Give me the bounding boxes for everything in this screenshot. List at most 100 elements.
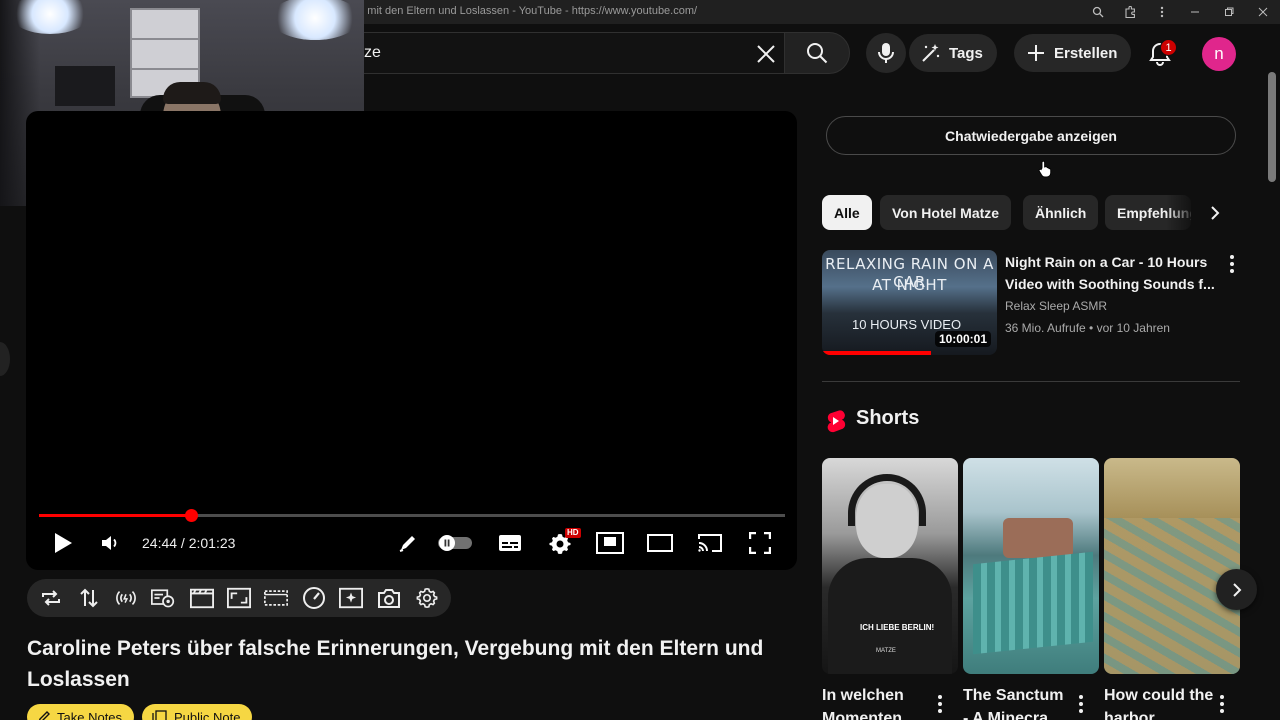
hd-badge: HD bbox=[565, 528, 581, 538]
chip-hotel-matze[interactable]: Von Hotel Matze bbox=[880, 195, 1012, 230]
chips-fade bbox=[1166, 195, 1196, 230]
thumb-text-line2: AT NIGHT bbox=[872, 276, 947, 294]
shorts-heading: Shorts bbox=[856, 407, 920, 429]
watched-progress bbox=[822, 351, 931, 355]
chip-all[interactable]: Alle bbox=[822, 195, 872, 230]
notes-icon bbox=[152, 710, 167, 720]
sparkle-frame-icon[interactable] bbox=[339, 586, 363, 610]
restore-icon[interactable] bbox=[1212, 0, 1246, 24]
voice-search-button[interactable] bbox=[866, 33, 906, 73]
notifications-button[interactable] bbox=[1140, 34, 1180, 74]
camera-icon[interactable] bbox=[377, 586, 401, 610]
short-title-1[interactable]: In welchen Momenten bbox=[822, 684, 932, 720]
chevron-right-icon bbox=[1211, 206, 1220, 220]
short-menu-button-2[interactable] bbox=[1071, 692, 1091, 716]
recommendation-thumbnail[interactable]: RELAXING RAIN ON A CAR AT NIGHT 10 HOURS… bbox=[822, 250, 997, 355]
clear-search-button[interactable] bbox=[748, 36, 784, 72]
close-window-icon[interactable] bbox=[1246, 0, 1280, 24]
magic-wand-icon bbox=[922, 44, 940, 62]
tags-label: Tags bbox=[949, 44, 983, 62]
theater-icon bbox=[647, 534, 673, 552]
tags-button[interactable]: Tags bbox=[909, 34, 997, 72]
subtitles-button[interactable] bbox=[497, 530, 523, 556]
extensions-icon[interactable] bbox=[1114, 0, 1146, 24]
create-label: Erstellen bbox=[1054, 44, 1118, 62]
recommendation-title[interactable]: Night Rain on a Car - 10 Hours Video wit… bbox=[1005, 251, 1217, 295]
page-scrollbar[interactable] bbox=[1268, 72, 1276, 182]
speed-icon[interactable] bbox=[302, 586, 326, 610]
notification-badge: 1 bbox=[1160, 39, 1177, 56]
shorts-logo-icon bbox=[824, 409, 846, 438]
subtitles-icon bbox=[499, 535, 521, 551]
autoplay-toggle[interactable] bbox=[436, 530, 474, 556]
time-display: 24:44 / 2:01:23 bbox=[142, 535, 236, 551]
avatar[interactable]: n bbox=[1202, 37, 1236, 71]
loop-icon[interactable] bbox=[39, 586, 63, 610]
recommendation-channel[interactable]: Relax Sleep ASMR bbox=[1005, 299, 1107, 313]
take-notes-label: Take Notes bbox=[57, 709, 123, 720]
minimize-icon[interactable] bbox=[1178, 0, 1212, 24]
fullscreen-icon bbox=[749, 532, 771, 554]
pen-button[interactable] bbox=[396, 530, 420, 556]
create-button[interactable]: Erstellen bbox=[1014, 34, 1132, 72]
pen-icon bbox=[399, 536, 415, 552]
more-vertical-icon bbox=[1220, 695, 1224, 713]
short-thumbnail-1[interactable]: ICH LIEBE BERLIN! MATZE bbox=[822, 458, 958, 674]
video-player[interactable] bbox=[26, 111, 797, 570]
theater-mode-button[interactable] bbox=[646, 530, 674, 556]
thumb-text-line3: 10 HOURS VIDEO bbox=[852, 317, 962, 332]
fullscreen-button[interactable] bbox=[746, 530, 774, 556]
short-thumb-text-2: MATZE bbox=[876, 648, 896, 654]
short-thumb-text: ICH LIEBE BERLIN! bbox=[860, 623, 935, 632]
pencil-icon bbox=[38, 711, 50, 720]
short-title-2[interactable]: The Sanctum - A Minecra bbox=[963, 684, 1073, 720]
volume-icon bbox=[102, 536, 117, 550]
autoplay-toggle-icon bbox=[438, 535, 472, 551]
public-note-button[interactable]: Public Note bbox=[142, 704, 253, 720]
watch-later-icon[interactable] bbox=[151, 586, 175, 610]
miniplayer-icon bbox=[596, 532, 624, 554]
section-divider bbox=[822, 381, 1240, 382]
side-handle[interactable] bbox=[0, 342, 10, 376]
shorts-next-button[interactable] bbox=[1216, 569, 1257, 610]
clapperboard-icon[interactable] bbox=[190, 586, 214, 610]
progress-scrubber[interactable] bbox=[185, 509, 198, 522]
sort-icon[interactable] bbox=[77, 586, 101, 610]
chips-next-button[interactable] bbox=[1203, 201, 1227, 225]
plus-icon bbox=[1028, 45, 1044, 61]
cast-button[interactable] bbox=[696, 530, 724, 556]
browser-tab-title: ng mit den Eltern und Loslassen - YouTub… bbox=[352, 5, 698, 17]
short-menu-button-1[interactable] bbox=[930, 692, 950, 716]
browser-menu-icon[interactable] bbox=[1146, 0, 1178, 24]
zoom-icon[interactable] bbox=[1082, 0, 1114, 24]
short-thumbnail-2[interactable] bbox=[963, 458, 1099, 674]
extension-settings-icon[interactable] bbox=[415, 586, 439, 610]
more-vertical-icon bbox=[1230, 255, 1234, 273]
duration-badge: 10:00:01 bbox=[934, 331, 991, 347]
public-note-label: Public Note bbox=[174, 709, 241, 720]
chip-similar[interactable]: Ähnlich bbox=[1023, 195, 1099, 230]
take-notes-button[interactable]: Take Notes bbox=[27, 704, 135, 720]
short-menu-button-3[interactable] bbox=[1212, 692, 1232, 716]
cast-icon bbox=[698, 534, 722, 552]
search-button[interactable] bbox=[784, 32, 850, 74]
recommendation-meta: 36 Mio. Aufrufe • vor 10 Jahren bbox=[1005, 321, 1170, 335]
short-thumbnail-3[interactable] bbox=[1104, 458, 1240, 674]
dotted-frame-icon[interactable] bbox=[264, 586, 288, 610]
more-vertical-icon bbox=[938, 695, 942, 713]
play-button[interactable] bbox=[50, 530, 76, 556]
miniplayer-button[interactable] bbox=[596, 530, 624, 556]
video-title: Caroline Peters über falsche Erinnerunge… bbox=[27, 637, 764, 691]
progress-bar-fill bbox=[39, 514, 191, 517]
short-title-3[interactable]: How could the harbor bbox=[1104, 684, 1214, 720]
close-icon bbox=[757, 45, 775, 63]
screenshot-area-icon[interactable] bbox=[227, 586, 251, 610]
search-input-value[interactable]: ze bbox=[364, 44, 381, 62]
play-icon bbox=[55, 533, 72, 553]
recommendation-menu-button[interactable] bbox=[1222, 252, 1242, 276]
search-icon bbox=[807, 43, 828, 64]
chat-replay-button[interactable]: Chatwiedergabe anzeigen bbox=[826, 116, 1236, 155]
mouse-cursor-icon bbox=[1038, 160, 1052, 183]
broadcast-icon[interactable] bbox=[114, 586, 138, 610]
mute-button[interactable] bbox=[98, 530, 122, 556]
